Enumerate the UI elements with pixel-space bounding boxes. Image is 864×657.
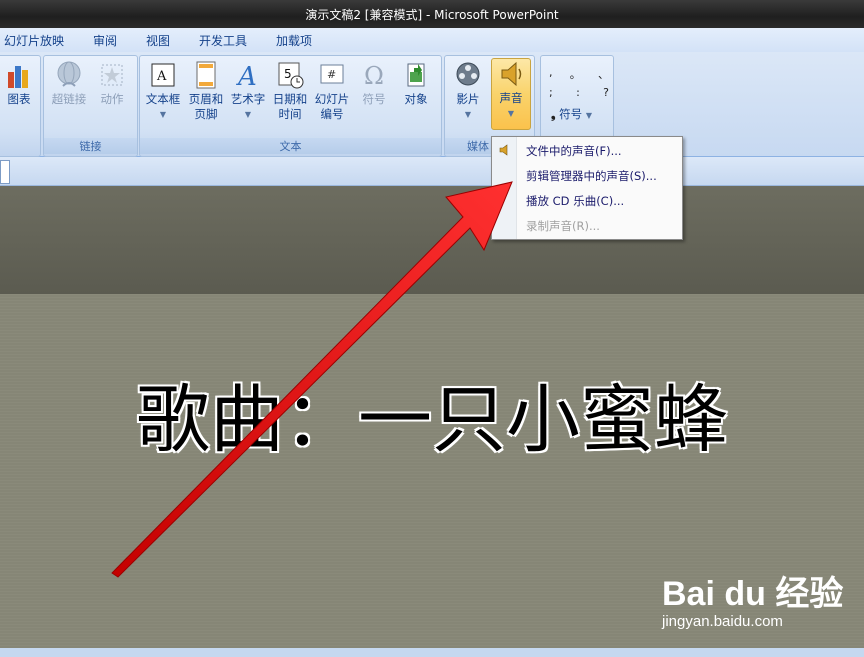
baidu-logo: Bai du 经验	[662, 575, 844, 613]
baidu-watermark: Bai du 经验 jingyan.baidu.com	[662, 566, 843, 630]
baidu-url: jingyan.baidu.com	[662, 613, 783, 630]
red-arrow-annotation	[111, 181, 513, 578]
